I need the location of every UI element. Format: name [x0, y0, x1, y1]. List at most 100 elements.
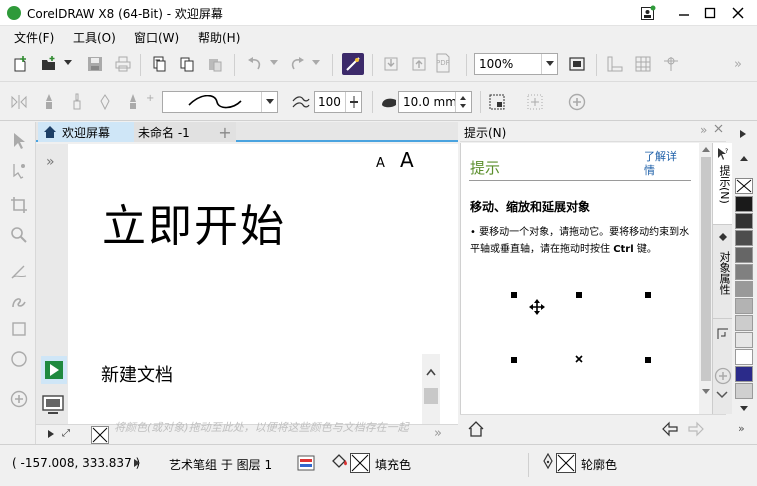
docker-tab-object-properties[interactable]: 对象属性 [713, 227, 732, 319]
docker-tab-hints[interactable]: ? 提示(N) [713, 143, 732, 225]
pick-tool-icon[interactable] [8, 130, 30, 152]
close-panel-icon[interactable] [714, 124, 723, 133]
color-swatch[interactable] [735, 213, 753, 229]
publish-pdf-button[interactable]: PDF [434, 53, 456, 75]
add-tab-icon[interactable]: + [214, 122, 236, 142]
preset-tool-icon[interactable] [38, 91, 60, 113]
color-swatch[interactable] [735, 332, 753, 348]
fill-icon[interactable] [330, 453, 348, 471]
show-rulers-icon[interactable] [604, 53, 626, 75]
tab-untitled[interactable]: 未命名 -1 [134, 122, 214, 142]
menu-file[interactable]: 文件(F) [14, 29, 54, 46]
forward-arrow-icon[interactable] [688, 421, 704, 437]
color-swatch[interactable] [735, 264, 753, 280]
get-started-icon[interactable] [41, 356, 67, 384]
coordinates-menu-icon[interactable] [134, 459, 140, 467]
zoom-level-select[interactable]: 100% [474, 53, 558, 75]
redo-icon[interactable] [286, 53, 308, 75]
import-icon[interactable] [380, 53, 402, 75]
color-proof-icon[interactable] [297, 455, 315, 471]
add-icon[interactable] [566, 91, 588, 113]
color-swatch[interactable] [735, 247, 753, 263]
transform-icon[interactable] [524, 91, 546, 113]
palette-scroll-up-icon[interactable] [740, 156, 748, 162]
ellipse-tool-icon[interactable] [8, 348, 30, 370]
color-swatch[interactable] [735, 230, 753, 246]
spinner-arrows-icon[interactable] [455, 92, 471, 112]
palette-scroll-right-icon[interactable]: » [434, 426, 442, 441]
docker-scroll-down-icon[interactable] [716, 391, 728, 399]
show-grid-icon[interactable] [632, 53, 654, 75]
back-arrow-icon[interactable] [662, 421, 678, 437]
transform-docker-icon[interactable] [716, 327, 730, 341]
menu-help[interactable]: 帮助(H) [198, 29, 240, 46]
palette-arrow-icon[interactable] [740, 130, 746, 138]
no-color-swatch[interactable] [91, 426, 109, 444]
color-swatch[interactable] [735, 281, 753, 297]
paste-icon[interactable] [204, 53, 226, 75]
menu-tools[interactable]: 工具(O) [73, 29, 116, 46]
open-dropdown-icon[interactable] [64, 60, 72, 66]
close-button[interactable] [720, 0, 756, 26]
palette-play-icon[interactable] [48, 430, 54, 438]
add-docker-icon[interactable] [714, 367, 732, 385]
show-guidelines-icon[interactable] [660, 53, 682, 75]
stroke-width-field[interactable]: 10.0 mm [398, 91, 472, 113]
new-document-icon[interactable] [10, 53, 32, 75]
hints-scrollbar[interactable] [699, 143, 713, 414]
artistic-media-tool-icon[interactable] [8, 290, 30, 312]
undo-dropdown-icon[interactable] [270, 60, 278, 66]
chevron-down-icon[interactable] [261, 92, 277, 112]
calligraphic-tool-icon[interactable] [122, 91, 144, 113]
scroll-thumb[interactable] [424, 388, 438, 404]
palette-resize-icon[interactable]: ⤢ [62, 428, 70, 439]
mirror-horizontal-icon[interactable] [8, 91, 30, 113]
print-icon[interactable] [112, 53, 134, 75]
palette-scroll-down-icon[interactable] [740, 406, 748, 412]
expand-sidebar-icon[interactable]: » [46, 154, 55, 170]
learn-more-link[interactable]: 了解详情 [644, 150, 684, 178]
menu-window[interactable]: 窗口(W) [134, 29, 179, 46]
palette-expand-icon[interactable]: » [738, 422, 745, 435]
open-folder-icon[interactable] [38, 53, 60, 75]
save-icon[interactable] [84, 53, 106, 75]
add-tool-icon[interactable] [8, 388, 30, 410]
stroke-preset-select[interactable] [162, 91, 278, 113]
tab-welcome-screen[interactable]: 欢迎屏幕 [38, 122, 134, 142]
freehand-tool-icon[interactable] [8, 260, 30, 282]
pressure-tool-icon[interactable]: + [146, 93, 154, 104]
notification-icon[interactable] [630, 0, 666, 26]
rectangle-tool-icon[interactable] [8, 318, 30, 340]
font-size-small-button[interactable]: A [376, 156, 385, 171]
scroll-thumb[interactable] [701, 157, 711, 381]
toolbar-overflow-icon[interactable]: » [734, 57, 742, 72]
shape-tool-icon[interactable] [8, 160, 30, 182]
zoom-tool-icon[interactable] [8, 224, 30, 246]
sprayer-tool-icon[interactable] [94, 91, 116, 113]
no-color-swatch[interactable] [735, 178, 753, 194]
color-swatch[interactable] [735, 366, 753, 382]
outline-color-swatch[interactable] [556, 453, 576, 473]
font-size-large-button[interactable]: A [400, 148, 414, 172]
undo-icon[interactable] [244, 53, 266, 75]
outline-pen-icon[interactable] [542, 453, 554, 471]
search-content-icon[interactable] [342, 53, 364, 75]
welcome-scrollbar[interactable] [422, 354, 440, 424]
collapse-panel-icon[interactable]: » [700, 123, 707, 137]
home-icon[interactable] [468, 421, 484, 437]
color-swatch[interactable] [735, 298, 753, 314]
new-document-link[interactable]: 新建文档 [101, 361, 173, 387]
full-screen-icon[interactable] [566, 53, 588, 75]
fill-color-swatch[interactable] [350, 453, 370, 473]
color-swatch[interactable] [735, 196, 753, 212]
crop-tool-icon[interactable] [8, 194, 30, 216]
smoothing-field[interactable]: 100 [314, 91, 362, 113]
chevron-down-icon[interactable] [541, 54, 557, 74]
export-icon[interactable] [408, 53, 430, 75]
slider-icon[interactable] [345, 92, 361, 112]
position-icon[interactable] [486, 91, 508, 113]
cut-icon[interactable] [148, 53, 170, 75]
workspace-icon[interactable] [42, 394, 64, 416]
color-swatch[interactable] [735, 349, 753, 365]
brush-tool-icon[interactable] [66, 91, 88, 113]
